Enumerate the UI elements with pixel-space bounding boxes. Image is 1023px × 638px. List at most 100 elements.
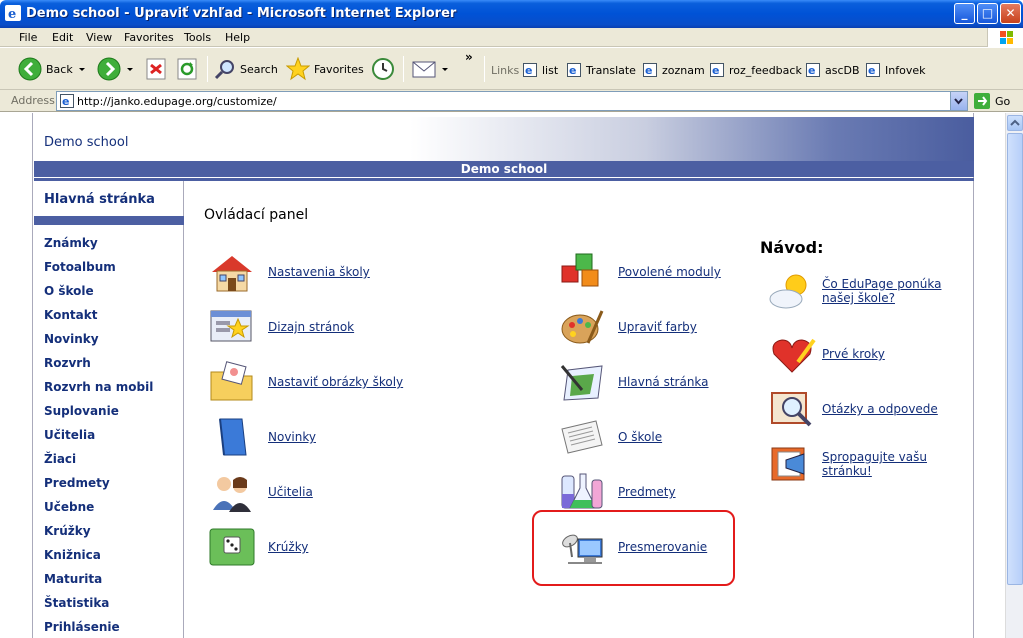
search-button[interactable]: Search [214,57,278,81]
address-input[interactable]: e http://janko.edupage.org/customize/ [56,91,968,111]
nav-link[interactable]: Známky [44,236,98,250]
tile-kruzky[interactable]: Krúžky [208,525,308,569]
nav-link[interactable]: Štatistika [44,596,109,610]
address-dropdown-button[interactable] [950,92,967,110]
nav-link[interactable]: Krúžky [44,524,91,538]
back-button[interactable]: Back [18,57,85,81]
tile-link[interactable]: Učitelia [268,485,313,499]
forward-button[interactable] [97,57,133,81]
tile-link[interactable]: Hlavná stránka [618,375,709,389]
link-infovek-label: Infovek [885,63,926,77]
tile-nastavenia-skoly[interactable]: Nastavenia školy [208,250,370,294]
tile-predmety[interactable]: Predmety [558,470,676,514]
tile-nastavit-obrazky[interactable]: Nastaviť obrázky školy [208,360,403,404]
tile-link[interactable]: Nastaviť obrázky školy [268,375,403,389]
tile-link[interactable]: O škole [618,430,662,444]
image-folder-icon [210,361,253,401]
nav-link[interactable]: Predmety [44,476,110,490]
megaphone-page-icon [771,447,805,481]
help-link[interactable]: Spropagujte vašu stránku! [822,450,972,478]
go-button[interactable]: Go [974,91,1010,111]
help-item[interactable]: Prvé kroky [768,332,972,376]
menu-file[interactable]: File [19,31,37,44]
nav-link[interactable]: Učebne [44,500,94,514]
tile-link[interactable]: Novinky [268,430,316,444]
maximize-button[interactable]: □ [977,3,998,24]
forward-arrow-icon [97,57,121,81]
tile-link[interactable]: Dizajn stránok [268,320,354,334]
mail-button[interactable] [412,57,448,81]
tile-upravit-farby[interactable]: Upraviť farby [558,305,697,349]
link-list[interactable]: e list [523,61,558,79]
link-ascdb-label: ascDB [825,63,860,77]
favorites-button[interactable]: Favorites [286,57,364,81]
chevron-up-icon [1010,119,1020,126]
link-infovek[interactable]: e Infovek [866,61,925,79]
menu-edit[interactable]: Edit [52,31,73,44]
book-icon [219,418,247,456]
menu-tools[interactable]: Tools [184,31,211,44]
nav-link[interactable]: Prihlásenie [44,620,120,634]
sidebar-divider [34,216,184,225]
toolbar-overflow-chevron[interactable]: » [465,50,473,64]
stop-icon [146,58,166,80]
site-header-title: Demo school [44,135,129,150]
menu-view[interactable]: View [86,31,112,44]
help-item[interactable]: Spropagujte vašu stránku! [768,442,972,486]
nav-link[interactable]: Fotoalbum [44,260,116,274]
stop-button[interactable] [146,57,166,81]
tile-povolene-moduly[interactable]: Povolené moduly [558,250,721,294]
nav-link[interactable]: Učitelia [44,428,95,442]
help-item[interactable]: Čo EduPage ponúka našej škole? [768,269,972,313]
star-icon [286,57,310,81]
help-link[interactable]: Čo EduPage ponúka našej škole? [822,277,972,305]
page-viewport: Demo school Demo school Hlavná stránka Z… [0,113,1005,638]
tile-ucitelia[interactable]: Učitelia [208,470,313,514]
forward-dropdown-icon[interactable] [127,67,133,71]
help-item[interactable]: Otázky a odpovede [768,387,972,431]
people-icon [213,477,251,512]
nav-link[interactable]: Novinky [44,332,99,346]
menu-favorites[interactable]: Favorites [124,31,174,44]
link-roz-feedback[interactable]: e roz_feedback [710,61,802,79]
tile-link[interactable]: Predmety [618,485,676,499]
panel-title: Ovládací panel [204,207,309,223]
palette-icon [561,310,604,344]
nav-link[interactable]: Rozvrh [44,356,91,370]
back-dropdown-icon[interactable] [78,67,85,71]
help-link[interactable]: Prvé kroky [822,347,972,361]
address-url: http://janko.edupage.org/customize/ [77,95,277,108]
toolbar: Back Search Favorites » Links e list e T… [0,48,1023,90]
refresh-button[interactable] [177,57,197,81]
nav-link[interactable]: Rozvrh na mobil [44,380,153,394]
help-link[interactable]: Otázky a odpovede [822,402,972,416]
nav-link[interactable]: Suplovanie [44,404,119,418]
nav-home-link[interactable]: Hlavná stránka [44,192,155,207]
menu-help[interactable]: Help [225,31,250,44]
minimize-button[interactable]: _ [954,3,975,24]
nav-link[interactable]: Kontakt [44,308,97,322]
svg-text:e: e [868,64,875,77]
close-button[interactable]: ✕ [1000,3,1021,24]
tile-o-skole[interactable]: O škole [558,415,662,459]
link-translate[interactable]: e Translate [567,61,636,79]
scroll-up-button[interactable] [1007,115,1023,131]
mail-dropdown-icon[interactable] [442,67,448,71]
vertical-scrollbar[interactable] [1005,113,1023,638]
link-ascdb[interactable]: e ascDB [806,61,860,79]
nav-link[interactable]: Žiaci [44,452,76,466]
tile-link[interactable]: Nastavenia školy [268,265,370,279]
tile-link[interactable]: Povolené moduly [618,265,721,279]
tile-novinky[interactable]: Novinky [208,415,316,459]
nav-link[interactable]: Maturita [44,572,102,586]
history-button[interactable] [371,57,395,81]
tile-dizajn-stranok[interactable]: Dizajn stránok [208,305,354,349]
tile-link[interactable]: Upraviť farby [618,320,697,334]
nav-link[interactable]: Knižnica [44,548,101,562]
svg-text:e: e [645,64,652,77]
scroll-thumb[interactable] [1007,133,1023,585]
tile-hlavna-stranka[interactable]: Hlavná stránka [558,360,709,404]
tile-link[interactable]: Krúžky [268,540,308,554]
link-zoznam[interactable]: e zoznam [643,61,705,79]
nav-link[interactable]: O škole [44,284,94,298]
